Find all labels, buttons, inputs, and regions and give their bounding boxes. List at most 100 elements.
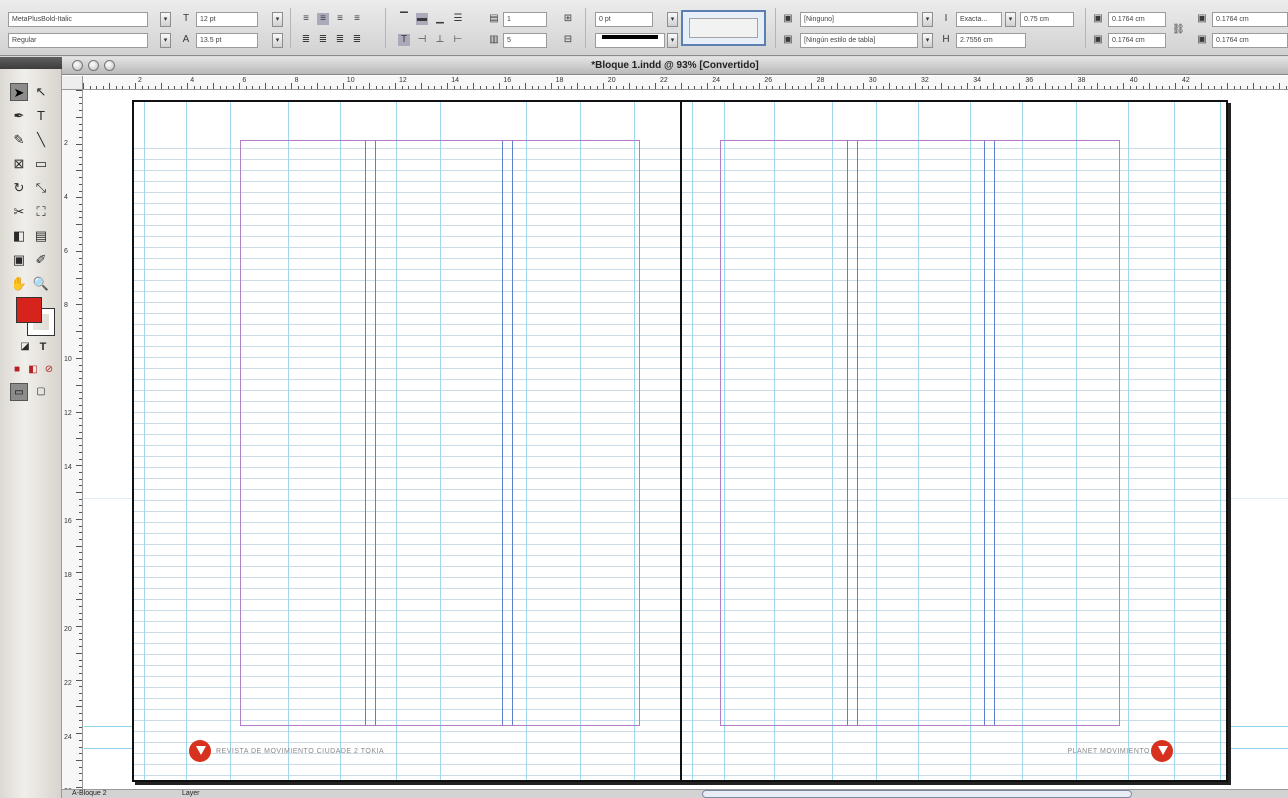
paragraph-style-dropdown[interactable]: ▾ bbox=[922, 12, 933, 27]
horizontal-ruler[interactable]: 2 4 6 8 10 12 14 16 18 20 22 24 26 28 30 32 34 36 38 40 42 bbox=[83, 76, 1288, 90]
scissors-tool[interactable]: ✂ bbox=[10, 203, 28, 221]
paragraph-style-field[interactable]: [Ninguno] bbox=[800, 12, 918, 27]
justify-right-icon[interactable]: ≣ bbox=[334, 34, 346, 46]
pencil-tool[interactable]: ✎ bbox=[10, 131, 28, 149]
default-colors-icon[interactable]: ◪ bbox=[16, 338, 34, 356]
gradient-tool[interactable]: ◧ bbox=[10, 227, 28, 245]
page-selector[interactable]: A-Bloque 2 bbox=[72, 790, 107, 798]
rotate-text-270-icon[interactable]: ⊢ bbox=[452, 34, 464, 46]
selection-tool[interactable]: ➤ bbox=[10, 83, 28, 101]
table-style-dropdown[interactable]: ▾ bbox=[922, 33, 933, 48]
horizontal-scrollbar[interactable] bbox=[702, 790, 1132, 798]
vertical-ruler[interactable]: 2468101214161820222426 bbox=[62, 90, 83, 798]
normal-view-icon[interactable]: ▭ bbox=[10, 383, 28, 401]
ruler-label: 8 bbox=[64, 302, 68, 309]
apply-none-icon[interactable]: ⊘ bbox=[40, 361, 58, 379]
type-tool[interactable]: T bbox=[32, 107, 50, 125]
ruler-tick bbox=[778, 86, 780, 89]
align-towards-spine-icon[interactable]: ≡ bbox=[351, 13, 363, 25]
direct-selection-tool[interactable]: ↖ bbox=[32, 83, 50, 101]
ruler-tick bbox=[79, 672, 82, 674]
ruler-tick bbox=[466, 86, 468, 89]
pen-tool[interactable]: ✒ bbox=[10, 107, 28, 125]
rotate-text-0-icon[interactable]: T bbox=[398, 34, 410, 46]
line-tool[interactable]: ╲ bbox=[32, 131, 50, 149]
column-width-field[interactable]: 2.7556 cm bbox=[956, 33, 1026, 48]
ruler-tick bbox=[79, 190, 82, 192]
hand-tool[interactable]: ✋ bbox=[10, 275, 28, 293]
scale-tool[interactable]: ⤡ bbox=[32, 179, 50, 197]
window-titlebar[interactable]: *Bloque 1.indd @ 93% [Convertido] bbox=[62, 57, 1288, 75]
merge-cells-icon[interactable]: ⊞ bbox=[562, 13, 574, 25]
font-style-dropdown[interactable]: ▾ bbox=[160, 33, 171, 48]
align-bottom-icon[interactable]: ▁ bbox=[434, 13, 446, 25]
ruler-origin[interactable] bbox=[62, 76, 83, 90]
font-style-field[interactable]: Regular bbox=[8, 33, 148, 48]
ruler-tick bbox=[492, 86, 494, 89]
zoom-tool[interactable]: 🔍 bbox=[32, 275, 50, 293]
ruler-label: 6 bbox=[64, 248, 68, 255]
note-tool[interactable]: ▤ bbox=[32, 227, 50, 245]
font-family-field[interactable]: MetaPlusBold-Italic bbox=[8, 12, 148, 27]
justify-vertical-icon[interactable]: ☰ bbox=[452, 13, 464, 25]
table-style-field[interactable]: [Ningún estilo de tabla] bbox=[800, 33, 918, 48]
ruler-tick bbox=[538, 86, 539, 89]
rotate-text-90-icon[interactable]: ⊣ bbox=[416, 34, 428, 46]
leading-dropdown[interactable]: ▾ bbox=[272, 33, 283, 48]
stroke-weight-dropdown[interactable]: ▾ bbox=[667, 12, 678, 27]
stroke-weight-field[interactable]: 0 pt bbox=[595, 12, 653, 27]
inset-left-field[interactable]: 0.1764 cm bbox=[1212, 12, 1288, 27]
ruler-tick bbox=[79, 512, 82, 514]
tools-panel-header[interactable] bbox=[0, 57, 62, 69]
justify-left-icon[interactable]: ≣ bbox=[300, 34, 312, 46]
ruler-tick bbox=[1019, 83, 1020, 89]
justify-center-icon[interactable]: ≣ bbox=[317, 34, 329, 46]
cell-stroke-proxy[interactable] bbox=[681, 10, 766, 46]
align-center-icon[interactable]: ≡ bbox=[317, 13, 329, 25]
column-guide[interactable] bbox=[186, 102, 187, 780]
unmerge-cells-icon[interactable]: ⊟ bbox=[562, 34, 574, 46]
preview-mode-icon[interactable]: ▢ bbox=[32, 383, 50, 401]
column-guide[interactable] bbox=[692, 102, 693, 780]
fill-color-swatch[interactable] bbox=[16, 297, 42, 323]
formatting-text-icon[interactable]: T bbox=[34, 338, 52, 356]
ruler-tick bbox=[765, 86, 767, 89]
justify-all-icon[interactable]: ≣ bbox=[351, 34, 363, 46]
font-size-field[interactable]: 12 pt bbox=[196, 12, 258, 27]
eyedropper-tool[interactable]: ✐ bbox=[32, 251, 50, 269]
row-height-field[interactable]: 0.75 cm bbox=[1020, 12, 1074, 27]
rectangle-tool[interactable]: ▭ bbox=[32, 155, 50, 173]
column-guide[interactable] bbox=[230, 102, 231, 780]
ruler-tick bbox=[1077, 86, 1079, 89]
column-guide[interactable] bbox=[144, 102, 145, 780]
link-insets-icon[interactable]: ⛓ bbox=[1172, 24, 1185, 36]
row-height-mode-field[interactable]: Exacta... bbox=[956, 12, 1002, 27]
stroke-type-dropdown[interactable]: ▾ bbox=[667, 33, 678, 48]
rectangle-frame-tool[interactable]: ⊠ bbox=[10, 155, 28, 173]
column-guide[interactable] bbox=[1128, 102, 1129, 780]
layer-indicator[interactable]: Layer bbox=[182, 790, 200, 798]
free-transform-tool[interactable]: ⛶ bbox=[32, 203, 50, 221]
rows-field[interactable]: 1 bbox=[503, 12, 547, 27]
font-size-dropdown[interactable]: ▾ bbox=[272, 12, 283, 27]
leading-field[interactable]: 13.5 pt bbox=[196, 33, 258, 48]
inset-bottom-field[interactable]: 0.1764 cm bbox=[1108, 33, 1166, 48]
row-height-mode-dropdown[interactable]: ▾ bbox=[1005, 12, 1016, 27]
align-top-icon[interactable]: ▔ bbox=[398, 13, 410, 25]
align-left-icon[interactable]: ≡ bbox=[300, 13, 312, 25]
inset-top-field[interactable]: 0.1764 cm bbox=[1108, 12, 1166, 27]
column-guide[interactable] bbox=[1220, 102, 1221, 780]
rotate-text-180-icon[interactable]: ⊥ bbox=[434, 34, 446, 46]
column-guide[interactable] bbox=[1174, 102, 1175, 780]
ruler-tick bbox=[434, 86, 435, 89]
columns-field[interactable]: 5 bbox=[503, 33, 547, 48]
rotate-tool[interactable]: ↻ bbox=[10, 179, 28, 197]
align-right-icon[interactable]: ≡ bbox=[334, 13, 346, 25]
ruler-tick bbox=[752, 86, 754, 89]
inset-right-field[interactable]: 0.1764 cm bbox=[1212, 33, 1288, 48]
page-spread[interactable]: REVISTA DE MOVIMIENTO CIUDADE 2 TOKIA PL… bbox=[132, 100, 1228, 782]
ruler-tick bbox=[79, 532, 82, 534]
align-vertical-center-icon[interactable]: ▬ bbox=[416, 13, 428, 25]
button-tool[interactable]: ▣ bbox=[10, 251, 28, 269]
font-family-dropdown[interactable]: ▾ bbox=[160, 12, 171, 27]
